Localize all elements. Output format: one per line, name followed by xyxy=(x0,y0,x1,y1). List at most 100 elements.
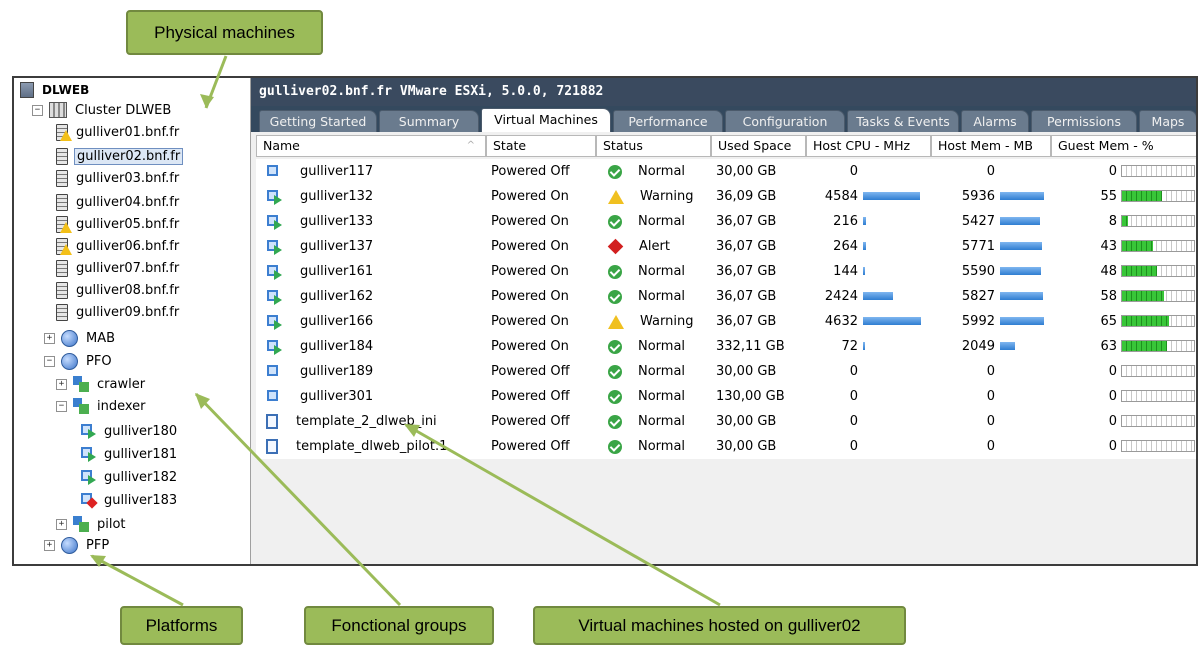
tab-performance[interactable]: Performance xyxy=(613,110,723,132)
template-icon xyxy=(266,414,278,429)
vm-used-space: 30,00 GB xyxy=(716,439,777,454)
platform-icon xyxy=(61,352,78,370)
tab-configuration[interactable]: Configuration xyxy=(725,110,845,132)
tree-item[interactable]: gulliver181 xyxy=(80,444,179,464)
vm-row[interactable]: gulliver301 Powered Off Normal 130,00 GB 0 0 0 xyxy=(256,384,1196,409)
tab-tasks-events[interactable]: Tasks & Events xyxy=(847,110,959,132)
vm-status: Normal xyxy=(638,389,686,404)
memory-usage-bar xyxy=(1000,342,1015,350)
vm-row[interactable]: gulliver137 Powered On Alert 36,07 GB 264 577… xyxy=(256,234,1196,259)
memory-usage-bar xyxy=(1000,217,1040,225)
vm-host-cpu: 216 xyxy=(833,214,858,229)
vm-on-icon xyxy=(266,189,282,205)
vm-used-space: 36,07 GB xyxy=(716,214,777,229)
tree-item[interactable]: DLWEB xyxy=(20,80,91,100)
vm-host-mem: 0 xyxy=(986,414,995,429)
guest-memory-bar xyxy=(1121,265,1195,277)
tree-item[interactable]: − PFO xyxy=(44,351,114,371)
vm-state: Powered Off xyxy=(491,164,570,179)
expand-icon[interactable]: + xyxy=(56,518,67,530)
column-header-state[interactable]: State xyxy=(486,135,596,157)
tree-item[interactable]: + MAB xyxy=(44,328,117,348)
vm-status: Normal xyxy=(638,264,686,279)
vm-used-space: 30,00 GB xyxy=(716,164,777,179)
tree-item[interactable]: + pilot xyxy=(56,514,128,534)
cpu-usage-bar xyxy=(863,267,865,275)
tree-item[interactable]: gulliver08.bnf.fr xyxy=(56,280,181,300)
vm-row[interactable]: template_2_dlweb_ini Powered Off Normal 30,… xyxy=(256,409,1196,434)
column-header-host-mem-mb[interactable]: Host Mem - MB xyxy=(931,135,1051,157)
vm-used-space: 36,07 GB xyxy=(716,289,777,304)
tree-item[interactable]: − indexer xyxy=(56,396,148,416)
host-icon xyxy=(56,259,68,277)
vm-host-mem: 5771 xyxy=(961,239,995,254)
vm-status: Alert xyxy=(639,239,670,254)
tree-item[interactable]: + crawler xyxy=(56,374,147,394)
vm-row[interactable]: template_dlweb_pilot.1 Powered Off Normal 3… xyxy=(256,434,1196,459)
tree-item[interactable]: gulliver183 xyxy=(80,490,179,510)
vm-row[interactable]: gulliver161 Powered On Normal 36,07 GB 144 55… xyxy=(256,259,1196,284)
tree-item[interactable]: gulliver05.bnf.fr xyxy=(56,214,181,234)
tree-item[interactable]: gulliver04.bnf.fr xyxy=(56,192,181,212)
vm-off-icon xyxy=(266,164,282,180)
vm-row[interactable]: gulliver184 Powered On Normal 332,11 GB 72 20… xyxy=(256,334,1196,359)
column-header-name[interactable]: Name ^ xyxy=(256,135,486,157)
column-header-label: Host Mem - MB xyxy=(938,138,1033,153)
vm-row[interactable]: gulliver133 Powered On Normal 36,07 GB 216 54… xyxy=(256,209,1196,234)
vm-row[interactable]: gulliver162 Powered On Normal 36,07 GB 2424 5… xyxy=(256,284,1196,309)
tab-getting-started[interactable]: Getting Started xyxy=(259,110,377,132)
warning-icon xyxy=(60,129,72,141)
tree-item[interactable]: gulliver01.bnf.fr xyxy=(56,122,181,142)
vm-status: Normal xyxy=(638,289,686,304)
warning-status-icon xyxy=(608,314,624,329)
vm-used-space: 36,07 GB xyxy=(716,239,777,254)
normal-status-icon xyxy=(608,364,622,379)
tree-item[interactable]: gulliver02.bnf.fr xyxy=(56,146,184,166)
vm-row[interactable]: gulliver166 Powered On Warning 36,07 GB 4632… xyxy=(256,309,1196,334)
tree-item[interactable]: gulliver09.bnf.fr xyxy=(56,302,181,322)
cpu-usage-bar xyxy=(863,217,866,225)
tree-item[interactable]: + PFP xyxy=(44,535,111,555)
tab-permissions[interactable]: Permissions xyxy=(1031,110,1137,132)
vm-host-mem: 0 xyxy=(986,389,995,404)
vm-host-cpu: 4632 xyxy=(824,314,858,329)
host-icon xyxy=(56,193,68,211)
expand-icon[interactable]: + xyxy=(44,332,55,344)
vm-row[interactable]: gulliver117 Powered Off Normal 30,00 GB 0 0 0 xyxy=(256,159,1196,184)
collapse-icon[interactable]: − xyxy=(32,104,43,116)
tab-summary[interactable]: Summary xyxy=(379,110,479,132)
inventory-tree: DLWEB − Cluster DLWEB gulliver01.bnf.fr gull… xyxy=(14,78,251,564)
tree-item[interactable]: gulliver03.bnf.fr xyxy=(56,168,181,188)
column-header-label: Name xyxy=(263,138,300,153)
warning-icon xyxy=(60,243,72,255)
tab-alarms[interactable]: Alarms xyxy=(961,110,1029,132)
column-header-guest-mem[interactable]: Guest Mem - % xyxy=(1051,135,1196,157)
vm-used-space: 36,07 GB xyxy=(716,314,777,329)
tree-item[interactable]: gulliver182 xyxy=(80,467,179,487)
tree-item-label: MAB xyxy=(86,330,116,346)
vm-host-mem: 0 xyxy=(986,364,995,379)
tree-item[interactable]: − Cluster DLWEB xyxy=(32,100,173,120)
expand-icon[interactable]: + xyxy=(44,539,55,551)
callout-virtual-machines: Virtual machines hosted on gulliver02 xyxy=(533,606,906,645)
collapse-icon[interactable]: − xyxy=(44,355,55,367)
tree-item[interactable]: gulliver180 xyxy=(80,421,179,441)
vm-name: template_2_dlweb_ini xyxy=(296,414,437,429)
guest-memory-bar xyxy=(1121,440,1195,452)
vm-used-space: 332,11 GB xyxy=(716,339,785,354)
tree-item[interactable]: gulliver06.bnf.fr xyxy=(56,236,181,256)
column-header-host-cpu-mhz[interactable]: Host CPU - MHz xyxy=(806,135,931,157)
tab-maps[interactable]: Maps xyxy=(1139,110,1196,132)
tab-virtual-machines[interactable]: Virtual Machines xyxy=(481,108,611,132)
collapse-icon[interactable]: − xyxy=(56,400,67,412)
vm-row[interactable]: gulliver132 Powered On Warning 36,09 GB 4584… xyxy=(256,184,1196,209)
column-header-used-space[interactable]: Used Space xyxy=(711,135,806,157)
tree-item[interactable]: gulliver07.bnf.fr xyxy=(56,258,181,278)
column-header-status[interactable]: Status xyxy=(596,135,711,157)
vm-guest-mem: 58 xyxy=(1100,289,1117,304)
guest-memory-fill xyxy=(1122,241,1153,251)
vm-guest-mem: 43 xyxy=(1100,239,1117,254)
vm-row[interactable]: gulliver189 Powered Off Normal 30,00 GB 0 0 0 xyxy=(256,359,1196,384)
vm-state: Powered Off xyxy=(491,414,570,429)
expand-icon[interactable]: + xyxy=(56,378,67,390)
